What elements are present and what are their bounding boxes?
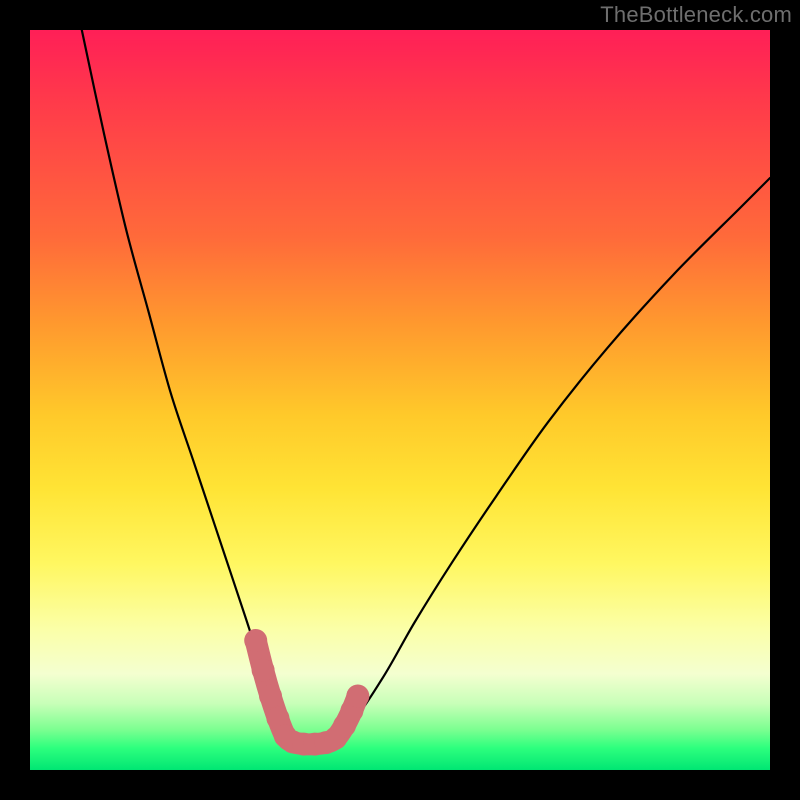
valley-highlight-dot	[259, 685, 282, 708]
bottleneck-curve	[82, 30, 770, 750]
valley-highlight-dot	[252, 659, 275, 682]
valley-highlight-dot	[244, 629, 267, 652]
chart-frame: TheBottleneck.com	[0, 0, 800, 800]
valley-highlight-dot	[346, 685, 369, 708]
plot-area	[30, 30, 770, 770]
curve-layer	[30, 30, 770, 770]
attribution-watermark: TheBottleneck.com	[600, 2, 792, 28]
